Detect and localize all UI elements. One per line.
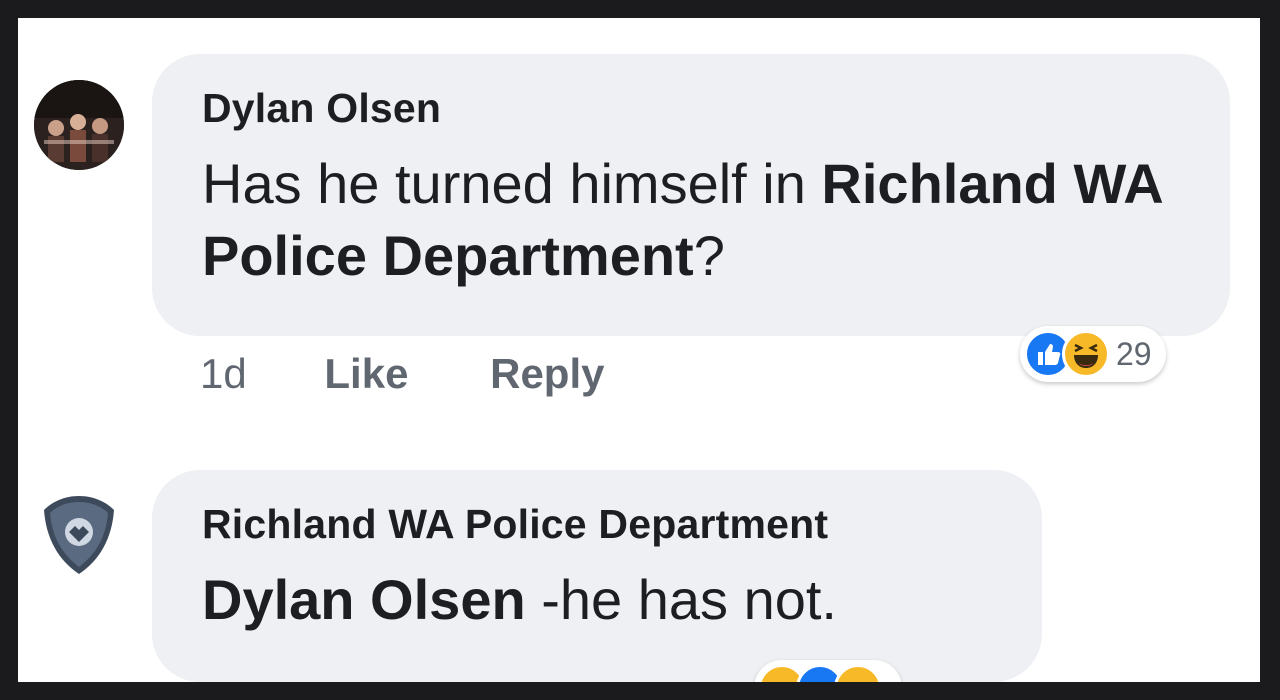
profile-photo-icon — [34, 80, 124, 170]
comment-text: Dylan Olsen -he has not. — [202, 564, 992, 636]
like-button[interactable]: Like — [324, 344, 408, 404]
comment-author[interactable]: Richland WA Police Department — [202, 498, 992, 550]
haha-icon — [1062, 330, 1110, 378]
comment-text-plain: Has he turned himself in — [202, 152, 822, 215]
comment-text-end: ? — [693, 224, 725, 287]
avatar[interactable] — [34, 80, 124, 170]
screenshot-frame: Dylan Olsen Has he turned himself in Ric… — [18, 18, 1260, 682]
police-badge-icon — [34, 488, 124, 578]
comment-text-plain: -he has not. — [525, 568, 837, 631]
avatar[interactable] — [34, 488, 124, 578]
comment-text: Has he turned himself in Richland WA Pol… — [202, 148, 1180, 292]
haha-icon — [834, 664, 882, 682]
reaction-summary[interactable] — [754, 660, 902, 682]
reaction-count: 29 — [1116, 335, 1152, 372]
comment-timestamp[interactable]: 1d — [200, 344, 247, 404]
comment-actions: 1d Like Reply — [200, 344, 674, 404]
comment-bubble: Dylan Olsen Has he turned himself in Ric… — [152, 54, 1230, 336]
comment-bubble: Richland WA Police Department Dylan Olse… — [152, 470, 1042, 682]
reaction-summary[interactable]: 29 — [1020, 326, 1166, 382]
comment-author[interactable]: Dylan Olsen — [202, 82, 1180, 134]
mentioned-user-link[interactable]: Dylan Olsen — [202, 568, 526, 631]
reply-button[interactable]: Reply — [490, 344, 604, 404]
